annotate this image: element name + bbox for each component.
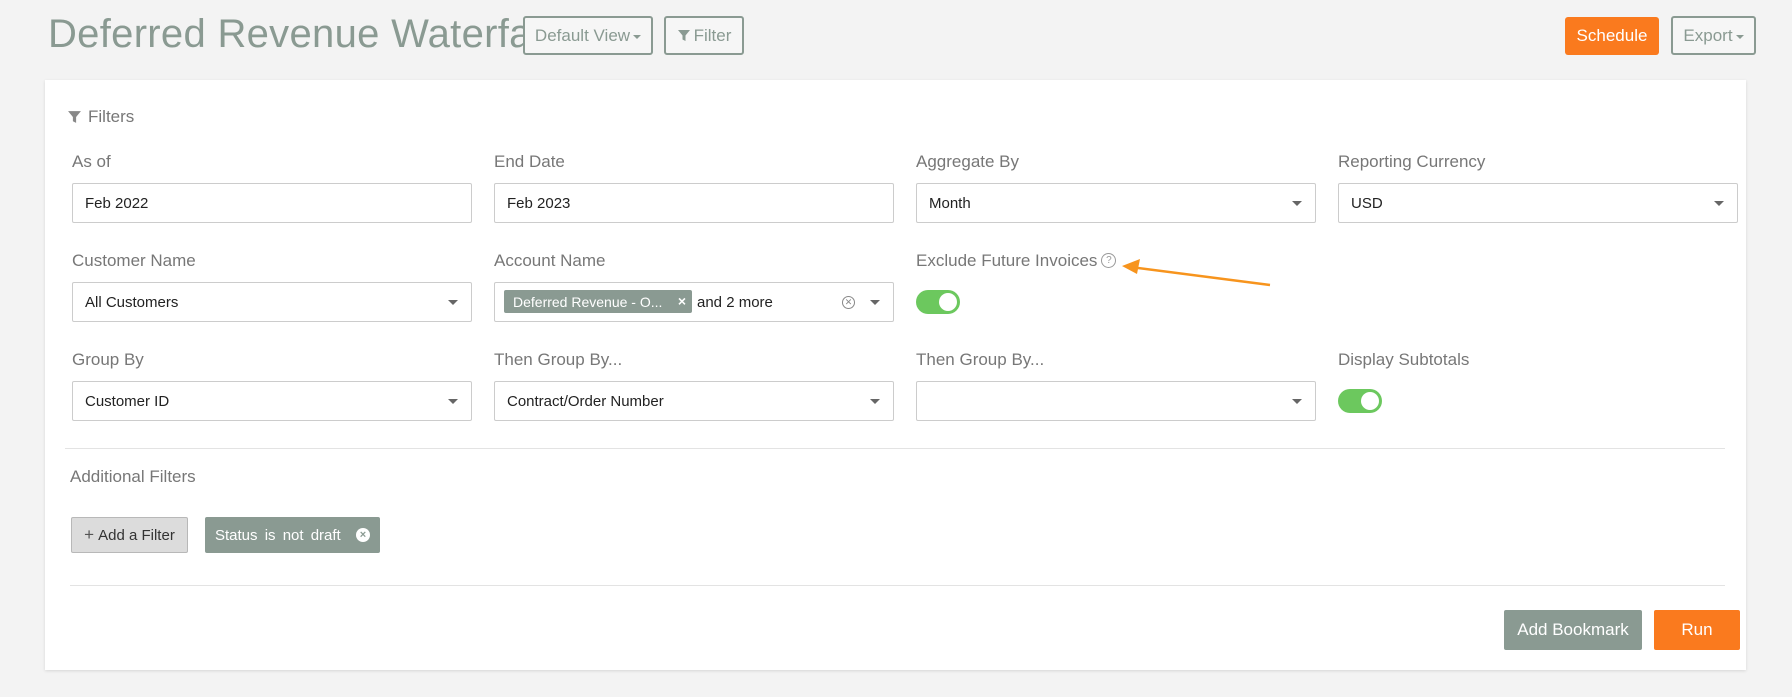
then-group-by-1-select[interactable]: Contract/Order Number: [494, 381, 894, 421]
export-label: Export: [1683, 25, 1733, 45]
run-button[interactable]: Run: [1654, 610, 1740, 650]
caret-down-icon: [870, 300, 880, 305]
filter-icon: [677, 29, 690, 41]
reporting-currency-label: Reporting Currency: [1338, 152, 1486, 171]
add-filter-label: Add a Filter: [98, 526, 175, 544]
as-of-input[interactable]: Feb 2022: [72, 183, 472, 223]
status-filter-chip: Status is not draft ×: [205, 517, 380, 553]
plus-icon: +: [84, 525, 95, 544]
toggle-knob: [939, 293, 957, 311]
status-filter-label: Status is not draft: [215, 526, 341, 544]
account-name-label: Account Name: [494, 251, 606, 270]
filter-icon: [68, 110, 81, 123]
then-group-by-2-label: Then Group By...: [916, 350, 1045, 369]
export-dropdown-button[interactable]: Export: [1671, 16, 1756, 55]
customer-name-label: Customer Name: [72, 251, 196, 270]
account-more-count: and 2 more: [697, 294, 773, 311]
group-by-value: Customer ID: [85, 392, 170, 410]
end-date-input[interactable]: Feb 2023: [494, 183, 894, 223]
then-group-by-2-select[interactable]: [916, 381, 1316, 421]
aggregate-by-select[interactable]: Month: [916, 183, 1316, 223]
exclude-future-invoices-label: Exclude Future Invoices?: [916, 251, 1117, 271]
then-group-by-1-value: Contract/Order Number: [507, 392, 664, 410]
end-date-value: Feb 2023: [507, 194, 571, 212]
filter-button[interactable]: Filter: [664, 16, 744, 55]
add-bookmark-button[interactable]: Add Bookmark: [1504, 610, 1642, 650]
customer-name-select[interactable]: All Customers: [72, 282, 472, 322]
aggregate-by-label: Aggregate By: [916, 152, 1020, 171]
add-filter-button[interactable]: + Add a Filter: [71, 517, 188, 553]
display-subtotals-toggle[interactable]: [1338, 389, 1382, 413]
caret-down-icon: [1735, 35, 1744, 39]
account-tag: Deferred Revenue - O... ×: [504, 290, 692, 313]
caret-down-icon: [448, 300, 458, 305]
page-title: Deferred Revenue Waterfall: [48, 12, 551, 56]
group-by-label: Group By: [72, 350, 144, 369]
remove-filter-icon[interactable]: ×: [356, 528, 370, 542]
customer-name-value: All Customers: [85, 293, 179, 311]
account-tag-label: Deferred Revenue - O...: [513, 293, 663, 310]
annotation-arrow-icon: [1122, 259, 1271, 287]
close-icon[interactable]: ×: [678, 293, 686, 309]
end-date-label: End Date: [494, 152, 565, 171]
filters-heading-label: Filters: [88, 107, 135, 126]
aggregate-by-value: Month: [929, 194, 971, 212]
divider: [65, 448, 1725, 449]
filters-panel: Filters As of Feb 2022 End Date Feb 2023…: [45, 80, 1746, 670]
toggle-knob: [1361, 392, 1379, 410]
reporting-currency-value: USD: [1351, 194, 1383, 212]
group-by-select[interactable]: Customer ID: [72, 381, 472, 421]
schedule-button[interactable]: Schedule: [1565, 17, 1659, 55]
filters-heading: Filters: [67, 107, 134, 127]
caret-down-icon: [633, 35, 642, 39]
exclude-future-invoices-text: Exclude Future Invoices: [916, 251, 1098, 270]
exclude-future-invoices-toggle[interactable]: [916, 290, 960, 314]
account-name-multiselect[interactable]: Deferred Revenue - O... × and 2 more ✕: [494, 282, 894, 322]
as-of-value: Feb 2022: [85, 194, 149, 212]
caret-down-icon: [448, 399, 458, 404]
view-dropdown-label: Default View: [534, 25, 631, 45]
then-group-by-1-label: Then Group By...: [494, 350, 623, 369]
divider: [70, 585, 1725, 586]
caret-down-icon: [870, 399, 880, 404]
clear-icon[interactable]: ✕: [842, 296, 855, 309]
caret-down-icon: [1714, 201, 1724, 206]
filter-button-label: Filter: [693, 25, 732, 45]
caret-down-icon: [1292, 399, 1302, 404]
display-subtotals-label: Display Subtotals: [1338, 350, 1470, 369]
reporting-currency-select[interactable]: USD: [1338, 183, 1738, 223]
additional-filters-heading: Additional Filters: [70, 467, 196, 486]
view-dropdown-button[interactable]: Default View: [523, 16, 653, 55]
as-of-label: As of: [72, 152, 111, 171]
caret-down-icon: [1292, 201, 1302, 206]
